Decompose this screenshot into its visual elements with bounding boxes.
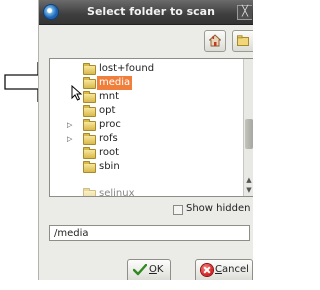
home-button[interactable] [204,30,226,52]
folder-label: media [97,76,133,90]
folder-icon [83,133,96,145]
scroll-thumb[interactable] [245,119,253,149]
ok-label: OK [149,260,163,280]
expand-arrow-icon[interactable]: ▷ [67,132,75,146]
folder-icon [83,91,96,103]
mouse-cursor-icon [71,85,82,101]
cancel-mnemonic: C [215,264,222,275]
folder-row[interactable]: selinux [50,187,242,197]
folder-row[interactable]: ▷ proc [50,118,242,132]
folder-label: selinux [99,188,135,197]
folder-icon [83,63,96,75]
show-hidden-label: Show hidden directories [186,203,253,214]
close-button[interactable]: ╳ [237,5,252,20]
window-title: Select folder to scan [87,5,215,18]
select-folder-dialog: Select folder to scan ╳ lost+found media… [39,0,253,280]
folder-icon [83,147,96,159]
scroll-down-icon[interactable]: ▼ [244,185,253,195]
app-icon [44,5,58,19]
vertical-scrollbar[interactable]: ▲ ▼ [243,59,253,196]
expand-arrow-icon[interactable]: ▷ [67,118,75,132]
folder-icon [83,105,96,117]
folder-icon [83,188,96,196]
folder-icon [83,119,96,131]
folder-row[interactable]: ▷ rofs [50,132,242,146]
folder-label: root [99,147,120,158]
new-folder-icon [237,35,249,46]
ok-button[interactable]: OK [127,259,171,280]
scroll-up-icon[interactable]: ▲ [244,175,253,185]
ok-label-rest: K [156,264,164,275]
folder-label: sbin [99,161,120,172]
folder-list[interactable]: lost+found media mnt opt ▷ proc ▷ rofs r… [49,58,253,197]
folder-label: opt [99,105,116,116]
cancel-button[interactable]: Cancel [195,259,253,280]
cancel-label-rest: ancel [221,264,249,275]
path-input[interactable] [49,225,250,241]
folder-row[interactable]: root [50,146,242,160]
folder-label: lost+found [99,63,155,74]
show-hidden-checkbox[interactable] [173,205,183,215]
ok-mnemonic: O [149,264,157,275]
cancel-label: Cancel [215,260,249,280]
folder-row[interactable]: lost+found [50,62,242,76]
title-bar[interactable]: Select folder to scan ╳ [39,0,253,25]
folder-icon [83,161,96,173]
folder-label: rofs [99,133,118,144]
folder-icon [83,77,96,89]
folder-label: proc [99,119,121,130]
new-folder-button[interactable] [232,30,253,52]
folder-row[interactable]: sbin [50,160,242,174]
folder-label: mnt [99,91,119,102]
home-icon [209,34,221,47]
ok-icon [133,264,147,276]
cancel-icon [201,264,213,276]
folder-row[interactable]: opt [50,104,242,118]
